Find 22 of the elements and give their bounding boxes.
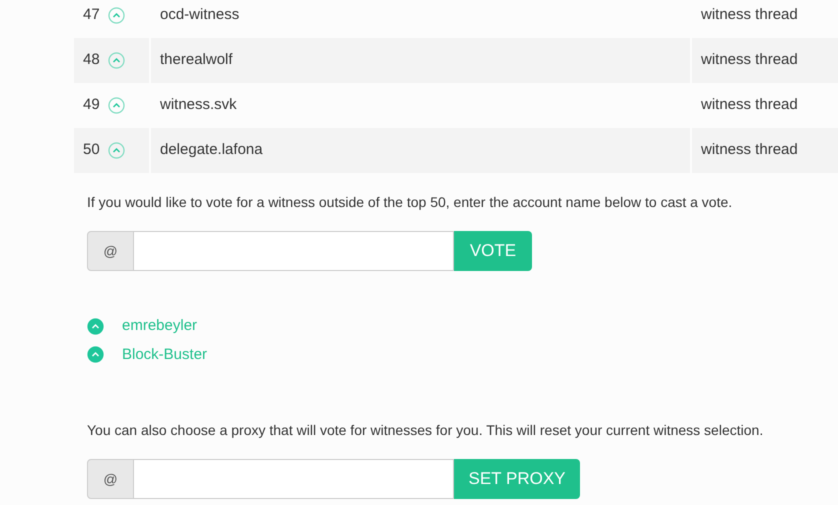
witness-name: therealwolf: [160, 50, 233, 70]
vote-instructions: If you would like to vote for a witness outside of the top 50, enter the account name below to cast a vote.: [87, 193, 734, 212]
upvote-icon[interactable]: [108, 97, 125, 114]
account-input[interactable]: [134, 231, 454, 271]
at-prefix: @: [87, 231, 134, 271]
at-prefix: @: [87, 459, 134, 499]
upvote-icon[interactable]: [108, 7, 125, 24]
rank-number: 48: [83, 50, 100, 70]
upvote-icon[interactable]: [87, 346, 104, 364]
upvote-icon[interactable]: [87, 318, 104, 335]
witness-thread-link[interactable]: witness thread: [701, 4, 798, 27]
rank-number: 49: [83, 95, 100, 116]
witness-thread-link[interactable]: witness thread: [701, 94, 798, 117]
account-input[interactable]: [134, 459, 454, 499]
upvote-icon[interactable]: [108, 142, 125, 159]
rank-number: 50: [83, 140, 100, 160]
witness-name: ocd-witness: [160, 5, 240, 26]
witness-name: delegate.lafona: [160, 140, 263, 160]
witness-name: witness.svk: [160, 95, 237, 116]
proxy-instructions: You can also choose a proxy that will vote for witnesses for you. This will reset your current witness selection.: [87, 421, 764, 440]
upvote-icon[interactable]: [108, 52, 125, 69]
rank-number: 47: [83, 5, 100, 26]
